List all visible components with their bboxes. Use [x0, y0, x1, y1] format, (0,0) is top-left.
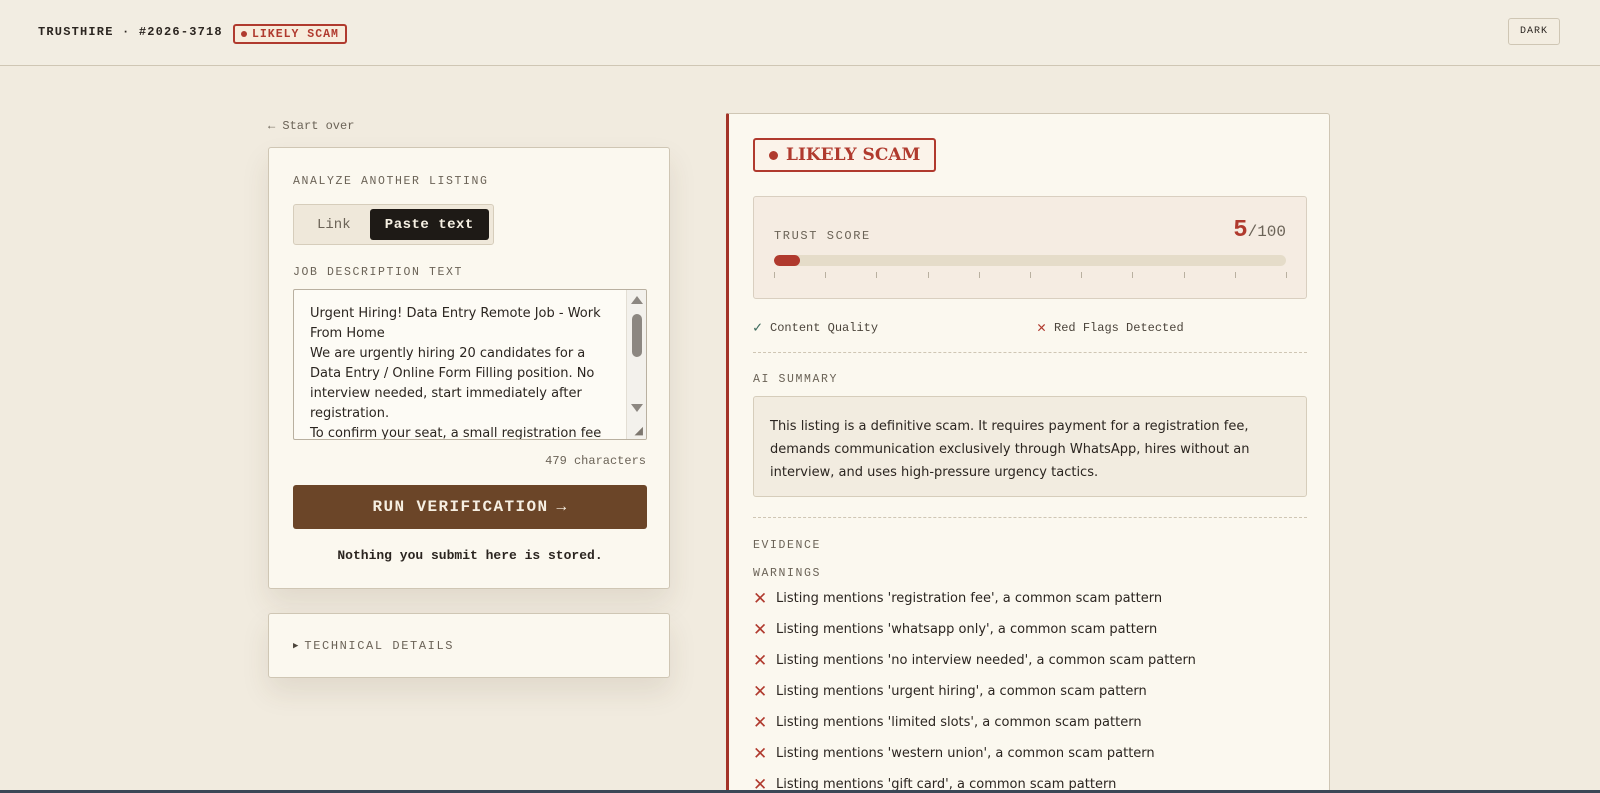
- top-bar: TRUSTHIRE · #2026-3718 LIKELY SCAM DARK: [0, 0, 1600, 66]
- brand-case-id: TRUSTHIRE · #2026-3718: [38, 25, 223, 39]
- theme-toggle-button[interactable]: DARK: [1508, 18, 1560, 45]
- x-icon: ✕: [753, 589, 768, 609]
- warning-item: ✕ Listing mentions 'registration fee', a …: [753, 591, 1307, 622]
- status-badge-label: LIKELY SCAM: [252, 27, 339, 41]
- ai-summary-heading: AI SUMMARY: [753, 373, 839, 386]
- divider: [753, 517, 1307, 518]
- scale-tick: [1030, 272, 1031, 278]
- scroll-down-icon[interactable]: [631, 404, 643, 412]
- result-panel: LIKELY SCAM TRUST SCORE 5/100 ✓ Content …: [726, 113, 1330, 793]
- technical-details-card: ▶ TECHNICAL DETAILS: [268, 613, 670, 678]
- technical-details-label: TECHNICAL DETAILS: [304, 639, 455, 653]
- tab-link[interactable]: Link: [298, 217, 370, 233]
- start-over-link[interactable]: ← Start over: [268, 119, 354, 133]
- job-description-textarea[interactable]: Urgent Hiring! Data Entry Remote Job - W…: [293, 289, 647, 440]
- scale-tick: [1286, 272, 1287, 278]
- resize-handle-icon[interactable]: ◢: [635, 424, 643, 437]
- scale-tick: [774, 272, 775, 278]
- trust-score-box: TRUST SCORE 5/100: [753, 196, 1307, 299]
- warning-text: Listing mentions 'whatsapp only', a comm…: [776, 622, 1158, 637]
- check-content-quality: ✓ Content Quality: [753, 318, 878, 337]
- textarea-scrollbar[interactable]: [626, 290, 646, 439]
- tab-paste-text[interactable]: Paste text: [369, 209, 489, 240]
- trust-score-bar: [774, 255, 1286, 266]
- warnings-heading: WARNINGS: [753, 567, 822, 580]
- x-icon: ✕: [753, 744, 768, 764]
- warning-text: Listing mentions 'registration fee', a c…: [776, 591, 1163, 606]
- warning-text: Listing mentions 'urgent hiring', a comm…: [776, 684, 1147, 699]
- scale-tick: [1081, 272, 1083, 278]
- warning-item: ✕ Listing mentions 'urgent hiring', a com…: [753, 684, 1307, 715]
- warning-text: Listing mentions 'limited slots', a comm…: [776, 715, 1142, 730]
- verdict-dot-icon: [769, 150, 778, 160]
- x-icon: ✕: [753, 713, 768, 733]
- scale-tick: [927, 272, 929, 278]
- field-label: JOB DESCRIPTION TEXT: [293, 266, 464, 279]
- warning-item: ✕ Listing mentions 'no interview needed',…: [753, 653, 1307, 684]
- scroll-up-icon[interactable]: [631, 296, 643, 304]
- status-badge: LIKELY SCAM: [233, 24, 347, 44]
- privacy-note: Nothing you submit here is stored.: [337, 548, 603, 563]
- run-verification-label: RUN VERIFICATION: [372, 498, 549, 516]
- x-icon: ✕: [753, 682, 768, 702]
- trust-score-label: TRUST SCORE: [774, 229, 871, 243]
- scale-tick: [1183, 272, 1185, 278]
- scale-tick: [876, 272, 878, 278]
- check-red-flags: ✕ Red Flags Detected: [1037, 318, 1184, 337]
- x-icon: ✕: [753, 651, 768, 671]
- textarea-content[interactable]: Urgent Hiring! Data Entry Remote Job - W…: [310, 304, 610, 439]
- trust-score-bar-fill: [774, 255, 800, 266]
- warning-item: ✕ Listing mentions 'limited slots', a com…: [753, 715, 1307, 746]
- x-icon: ✕: [1037, 320, 1047, 337]
- check-content-quality-label: Content Quality: [770, 320, 879, 335]
- warning-item: ✕ Listing mentions 'western union', a com…: [753, 746, 1307, 777]
- warning-text: Listing mentions 'no interview needed', …: [776, 653, 1196, 668]
- ai-summary-text: This listing is a definitive scam. It re…: [753, 396, 1307, 497]
- warning-item: ✕ Listing mentions 'whatsapp only', a com…: [753, 622, 1307, 653]
- input-mode-toggle: Link Paste text: [293, 204, 494, 245]
- trust-score-ticks: [774, 272, 1287, 279]
- scale-tick: [1234, 272, 1236, 278]
- scale-tick: [978, 272, 980, 278]
- scale-tick: [1132, 272, 1134, 278]
- check-icon: ✓: [753, 320, 763, 337]
- trust-score-value: 5/100: [1233, 217, 1286, 244]
- x-icon: ✕: [753, 620, 768, 640]
- check-results: ✓ Content Quality ✕ Red Flags Detected: [753, 318, 1307, 338]
- check-red-flags-label: Red Flags Detected: [1054, 320, 1184, 335]
- trust-score-max: /100: [1247, 223, 1286, 241]
- run-verification-button[interactable]: RUN VERIFICATION →: [293, 485, 647, 529]
- scale-tick: [825, 272, 827, 278]
- warnings-list: ✕ Listing mentions 'registration fee', a …: [753, 591, 1307, 793]
- trust-score-number: 5: [1233, 217, 1248, 244]
- verdict-badge: LIKELY SCAM: [753, 138, 936, 172]
- disclosure-triangle-icon: ▶: [293, 641, 299, 651]
- scroll-thumb[interactable]: [632, 314, 642, 357]
- arrow-right-icon: →: [556, 498, 568, 516]
- divider: [753, 352, 1307, 353]
- evidence-heading: EVIDENCE: [753, 539, 822, 552]
- analyze-form-card: ANALYZE ANOTHER LISTING Link Paste text …: [268, 147, 670, 589]
- status-dot-icon: [241, 31, 247, 37]
- warning-text: Listing mentions 'western union', a comm…: [776, 746, 1155, 761]
- character-count: 479 characters: [545, 454, 646, 468]
- technical-details-toggle[interactable]: ▶ TECHNICAL DETAILS: [293, 639, 454, 653]
- analyze-heading: ANALYZE ANOTHER LISTING: [293, 175, 489, 188]
- verdict-label: LIKELY SCAM: [786, 145, 921, 165]
